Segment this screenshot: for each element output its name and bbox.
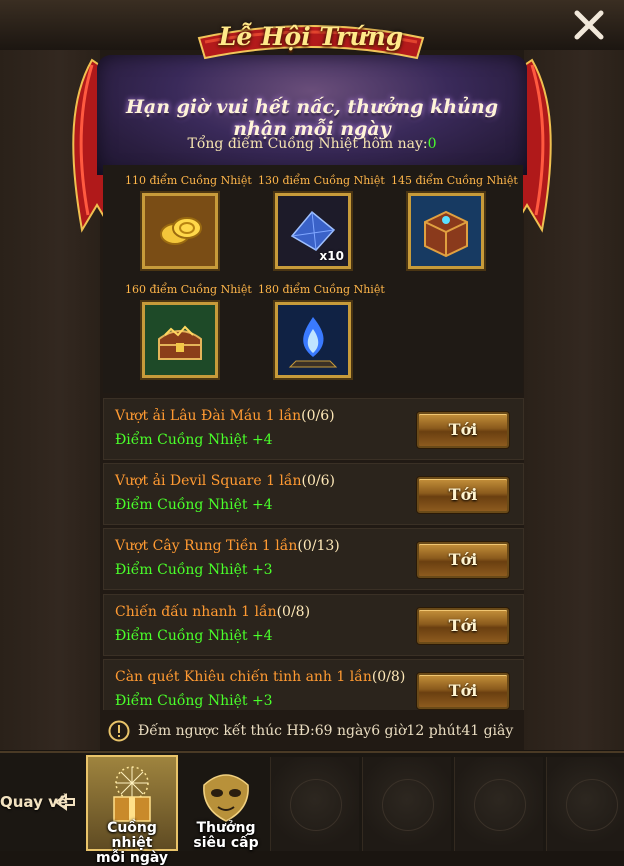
countdown-text: Đếm ngược kết thúc HĐ:69 ngày6 giờ12 phú… bbox=[138, 723, 514, 739]
reward-label: 160 điểm Cuồng Nhiệt bbox=[125, 283, 252, 296]
total-points: Tổng điểm Cuồng Nhiệt hôm nay:0 bbox=[97, 136, 527, 152]
empty-nav-slot bbox=[270, 757, 359, 851]
reward-item[interactable]: 180 điểm Cuồng Nhiệt bbox=[258, 283, 385, 378]
task-name: Vượt ải Devil Square 1 lần bbox=[115, 473, 302, 489]
task-progress: (0/13) bbox=[297, 538, 340, 554]
go-button[interactable]: Tới bbox=[417, 412, 509, 448]
task-name: Vượt ải Lâu Đài Máu 1 lần bbox=[115, 408, 302, 424]
back-button[interactable]: Quay về bbox=[0, 781, 84, 821]
tab-daily-passion[interactable]: Cuồng nhiệt mỗi ngày bbox=[86, 755, 178, 866]
reward-label: 145 điểm Cuồng Nhiệt bbox=[391, 174, 518, 187]
task-name: Càn quét Khiêu chiến tinh anh 1 lần bbox=[115, 669, 372, 685]
rewards-panel: 110 điểm Cuồng Nhiệt 130 điểm Cuồng Nhiệ… bbox=[103, 165, 523, 393]
task-progress: (0/6) bbox=[301, 473, 335, 489]
go-button[interactable]: Tới bbox=[417, 608, 509, 644]
go-button[interactable]: Tới bbox=[417, 542, 509, 578]
slot-ring bbox=[474, 779, 526, 831]
close-button[interactable] bbox=[572, 8, 606, 42]
go-button[interactable]: Tới bbox=[417, 673, 509, 709]
task-progress: (0/8) bbox=[371, 669, 406, 685]
slot-ring bbox=[290, 779, 342, 831]
golden-mask-icon bbox=[203, 774, 249, 822]
total-points-value: 0 bbox=[427, 136, 437, 152]
treasure-chest-icon bbox=[145, 305, 215, 375]
blue-flame-icon bbox=[278, 305, 348, 375]
empty-nav-slot bbox=[362, 757, 451, 851]
task-list[interactable]: Vượt ải Lâu Đài Máu 1 lần(0/6) Điểm Cuồn… bbox=[103, 397, 527, 710]
reward-slot[interactable] bbox=[142, 302, 218, 378]
task-points: Điểm Cuồng Nhiệt +4 bbox=[115, 432, 273, 448]
fireworks-gift-icon bbox=[113, 766, 151, 822]
task-progress: (0/6) bbox=[301, 408, 335, 424]
task-points: Điểm Cuồng Nhiệt +4 bbox=[115, 628, 273, 644]
task-title: Vượt ải Devil Square 1 lần(0/6) bbox=[115, 473, 335, 489]
slot-ring bbox=[566, 779, 618, 831]
slot-ring bbox=[382, 779, 434, 831]
task-name: Vượt Cây Rung Tiền 1 lần bbox=[115, 538, 298, 554]
empty-nav-slot bbox=[546, 757, 624, 851]
task-name: Chiến đấu nhanh 1 lần bbox=[115, 604, 277, 620]
task-row: Vượt Cây Rung Tiền 1 lần(0/13) Điểm Cuồn… bbox=[103, 528, 524, 590]
task-progress: (0/8) bbox=[276, 604, 311, 620]
tab-label-line: Cuồng nhiệt bbox=[107, 820, 157, 851]
reward-slot[interactable] bbox=[275, 302, 351, 378]
task-row: Chiến đấu nhanh 1 lần(0/8) Điểm Cuồng Nh… bbox=[103, 594, 524, 656]
reward-slot[interactable] bbox=[142, 193, 218, 269]
reward-label: 110 điểm Cuồng Nhiệt bbox=[125, 174, 252, 187]
gold-coins-icon bbox=[145, 196, 215, 266]
task-title: Vượt Cây Rung Tiền 1 lần(0/13) bbox=[115, 538, 340, 554]
reward-item[interactable]: 145 điểm Cuồng Nhiệt bbox=[391, 174, 518, 269]
reward-quantity: x10 bbox=[319, 249, 344, 263]
task-points: Điểm Cuồng Nhiệt +4 bbox=[115, 497, 273, 513]
tab-super-reward[interactable]: Thưởng siêu cấp bbox=[180, 755, 272, 851]
page-title: Lễ Hội Trứng bbox=[218, 22, 404, 51]
tab-label-line: mỗi ngày bbox=[95, 850, 168, 866]
close-icon bbox=[574, 10, 604, 40]
reward-label: 180 điểm Cuồng Nhiệt bbox=[258, 283, 385, 296]
task-points: Điểm Cuồng Nhiệt +3 bbox=[115, 693, 273, 709]
go-button[interactable]: Tới bbox=[417, 477, 509, 513]
task-points: Điểm Cuồng Nhiệt +3 bbox=[115, 562, 273, 578]
reward-label: 130 điểm Cuồng Nhiệt bbox=[258, 174, 385, 187]
task-title: Càn quét Khiêu chiến tinh anh 1 lần(0/8) bbox=[115, 669, 405, 685]
task-row: Vượt ải Lâu Đài Máu 1 lần(0/6) Điểm Cuồn… bbox=[103, 398, 524, 460]
reward-item[interactable]: 160 điểm Cuồng Nhiệt bbox=[125, 283, 252, 378]
task-row: Càn quét Khiêu chiến tinh anh 1 lần(0/8)… bbox=[103, 659, 524, 710]
task-title: Chiến đấu nhanh 1 lần(0/8) bbox=[115, 604, 310, 620]
event-subtitle: Hạn giờ vui hết nấc, thưởng khủng nhận m… bbox=[125, 96, 499, 140]
warning-icon bbox=[108, 720, 130, 742]
reward-slot[interactable]: x10 bbox=[275, 193, 351, 269]
bottom-nav: Quay về Cuồng nhiệt mỗi ngày Thưởng siêu c… bbox=[0, 751, 624, 866]
mystery-box-icon bbox=[411, 196, 481, 266]
tab-label: Cuồng nhiệt mỗi ngày bbox=[86, 821, 178, 866]
task-title: Vượt ải Lâu Đài Máu 1 lần(0/6) bbox=[115, 408, 335, 424]
reward-slot[interactable] bbox=[408, 193, 484, 269]
total-points-label: Tổng điểm Cuồng Nhiệt hôm nay: bbox=[187, 136, 428, 152]
task-row: Vượt ải Devil Square 1 lần(0/6) Điểm Cuồ… bbox=[103, 463, 524, 525]
tab-label: Thưởng siêu cấp bbox=[180, 821, 272, 851]
reward-item[interactable]: 130 điểm Cuồng Nhiệt x10 bbox=[258, 174, 385, 269]
empty-nav-slot bbox=[454, 757, 543, 851]
back-arrow-icon bbox=[54, 793, 75, 811]
reward-item[interactable]: 110 điểm Cuồng Nhiệt bbox=[125, 174, 252, 269]
tab-label-line: Thưởng bbox=[196, 820, 256, 836]
